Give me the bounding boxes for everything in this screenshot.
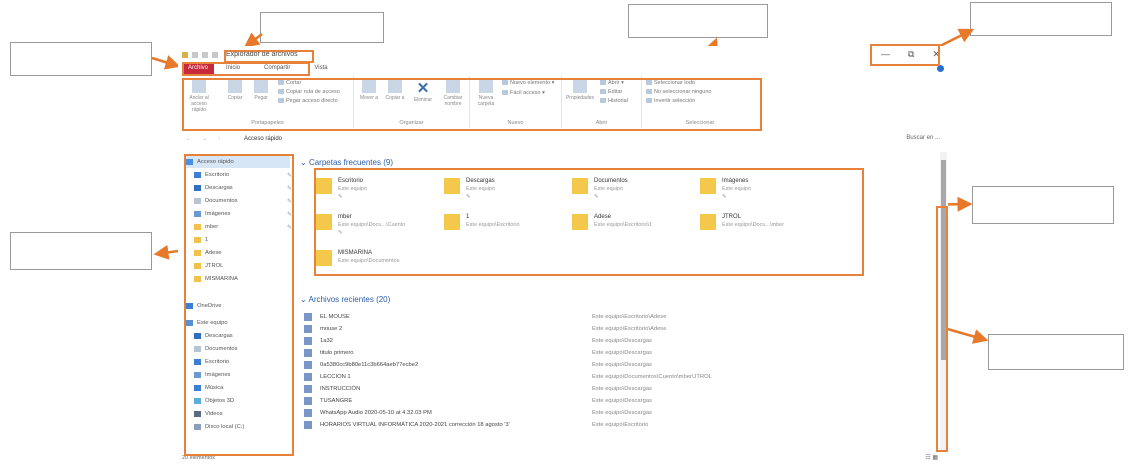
file-icon: [304, 421, 312, 429]
list-item[interactable]: LECCION 1 Este equipo\Documentos\Cuento\m…: [304, 372, 924, 383]
file-icon: [304, 397, 312, 405]
highlight-ribbon: [182, 78, 762, 131]
file-path: Este equipo\Descargas: [592, 350, 652, 356]
highlight-frequent-folders: [314, 168, 864, 276]
file-name: HORARIOS VIRTUAL INFORMÁTICA 2020-2021 c…: [320, 422, 510, 428]
file-name: 1a32: [320, 338, 333, 344]
list-item[interactable]: INSTRUCCIÓN Este equipo\Descargas: [304, 384, 924, 395]
properties-icon[interactable]: [192, 52, 198, 58]
highlight-scrollbar: [936, 206, 948, 452]
search-input[interactable]: Buscar en ...: [906, 135, 940, 141]
file-path: Este equipo\Descargas: [592, 362, 652, 368]
list-item[interactable]: 1a32 Este equipo\Descargas: [304, 336, 924, 347]
view-toggle-icons[interactable]: ☷ ▦: [925, 454, 938, 461]
file-icon: [304, 385, 312, 393]
list-item[interactable]: TUSANGRE Este equipo\Descargas: [304, 396, 924, 407]
navigation-buttons[interactable]: ← → ↑: [186, 136, 224, 142]
breadcrumb[interactable]: Acceso rápido: [244, 136, 282, 142]
frequent-folders-header[interactable]: ⌄ Carpetas frecuentes (9): [300, 158, 393, 167]
file-icon: [304, 409, 312, 417]
folder-icon: [182, 52, 188, 58]
list-item[interactable]: 0a5380cc9b80e11c3b664aeb77ecbe2 Este equi…: [304, 360, 924, 371]
help-icon[interactable]: [937, 65, 944, 72]
list-item[interactable]: HORARIOS VIRTUAL INFORMÁTICA 2020-2021 c…: [304, 420, 924, 431]
file-name: mouse 2: [320, 326, 343, 332]
recent-files-header[interactable]: ⌄ Archivos recientes (20): [300, 295, 390, 304]
highlight-navigation-pane: [184, 154, 294, 456]
file-path: Este equipo\Descargas: [592, 338, 652, 344]
file-name: TUSANGRE: [320, 398, 353, 404]
file-name: INSTRUCCIÓN: [320, 386, 361, 392]
file-name: 0a5380cc9b80e11c3b664aeb77ecbe2: [320, 362, 419, 368]
file-path: Este equipo\Descargas: [592, 410, 652, 416]
file-path: Este equipo\Escritorio\Adese: [592, 314, 667, 320]
list-item[interactable]: WhatsApp Audio 2020-05-10 at 4.32.03 PM E…: [304, 408, 924, 419]
file-path: Este equipo\Descargas: [592, 386, 652, 392]
highlight-tabs: [182, 62, 310, 76]
file-icon: [304, 349, 312, 357]
file-icon: [304, 373, 312, 381]
chevron-down-icon[interactable]: [212, 52, 218, 58]
file-name: WhatsApp Audio 2020-05-10 at 4.32.03 PM: [320, 410, 432, 416]
file-icon: [304, 313, 312, 321]
highlight-window-controls: [870, 44, 940, 66]
file-path: Este equipo\Escritorio: [592, 422, 649, 428]
file-path: Este equipo\Escritorio\Adese: [592, 326, 667, 332]
file-path: Este equipo\Descargas: [592, 398, 652, 404]
file-name: titulo primero: [320, 350, 354, 356]
new-folder-icon[interactable]: [202, 52, 208, 58]
list-item[interactable]: titulo primero Este equipo\Descargas: [304, 348, 924, 359]
file-name: EL MOUSE: [320, 314, 350, 320]
file-icon: [304, 325, 312, 333]
file-icon: [304, 337, 312, 345]
file-path: Este equipo\Documentos\Cuento\mber\JTROL: [592, 374, 712, 380]
file-icon: [304, 361, 312, 369]
file-name: LECCION 1: [320, 374, 351, 380]
address-bar: ← → ↑ Acceso rápido Buscar en ...: [182, 134, 944, 147]
list-item[interactable]: EL MOUSE Este equipo\Escritorio\Adese: [304, 312, 924, 323]
list-item[interactable]: mouse 2 Este equipo\Escritorio\Adese: [304, 324, 924, 335]
quick-access-toolbar[interactable]: [182, 52, 218, 58]
